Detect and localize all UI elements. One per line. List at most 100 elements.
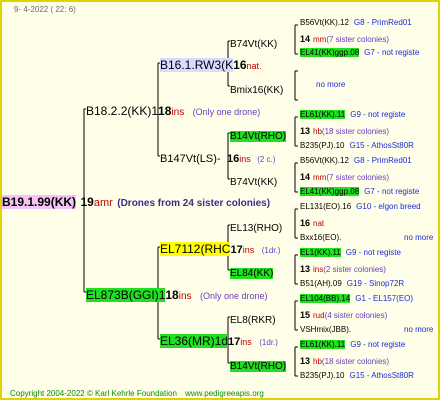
grade-info: G9 - not registe <box>345 248 401 257</box>
queen-number: 13 <box>300 264 311 274</box>
queen-number: 19 <box>80 195 94 209</box>
grade-info: G7 - not registe <box>364 187 420 196</box>
queen-name: VSHmix(JBB). <box>300 325 352 334</box>
connector-gen3-8 <box>294 346 298 377</box>
queen-name: EL104(BB).14 <box>300 294 351 303</box>
insemination-code: mm <box>313 173 327 182</box>
connector-gen3-3 <box>294 116 298 147</box>
queen-name: EL1(KK).11 <box>300 248 341 257</box>
queen-gen3-8[interactable]: B14Vt(RHO) <box>230 356 287 374</box>
connector-gen3-2 <box>294 70 298 101</box>
queen-gen4-2[interactable]: 14 mm(7 sister colonies) <box>300 34 389 44</box>
insemination-code: amr <box>93 197 113 209</box>
queen-gen4-13[interactable]: Bxx16(EO). no more <box>300 233 433 242</box>
queen-gen4-1[interactable]: B56Vt(KK).12 G8 - PrimRed01 <box>300 18 412 27</box>
queen-gen4-5[interactable]: EL61(KK).11 G9 - not registe <box>300 110 405 119</box>
insemination-code: ins <box>313 265 324 274</box>
queen-gen4-14[interactable]: EL1(KK).11 G9 - not registe <box>300 248 401 257</box>
queen-gen4-17[interactable]: EL104(BB).14 G1 - EL157(EO) <box>300 294 413 303</box>
queen-gen4-15[interactable]: 13 ins(2 sister colonies) <box>300 264 386 274</box>
queen-gen4-6[interactable]: 13 hb(18 sister colonies) <box>300 126 389 136</box>
queen-name: B74Vt(KK) <box>230 39 278 50</box>
website-link[interactable]: www.pedigreeapis.org <box>185 389 264 398</box>
queen-name: B147Vt(LS)- <box>160 153 221 165</box>
queen-gen3-7[interactable]: EL8(RKR) <box>230 310 276 328</box>
queen-name: B14Vt(RHO) <box>230 361 287 372</box>
insemination-code: nat <box>313 219 325 228</box>
queen-gen3-6[interactable]: EL84(KK) <box>230 263 274 281</box>
grade-info: no more <box>404 325 434 334</box>
queen-gen3-3[interactable]: B14Vt(RHO) <box>230 126 287 144</box>
queen-gen2-2[interactable]: B147Vt(LS)- 16ins (2 c.) <box>160 149 275 167</box>
queen-gen4-10[interactable]: EL41(KK)ggp.08 G7 - not registe <box>300 187 419 196</box>
queen-number: 16 <box>300 218 311 228</box>
queen-gen3-2[interactable]: Bmix16(KK) <box>230 80 283 98</box>
grade-info: G15 - AthosSt80R <box>349 141 414 150</box>
queen-name: Bxx16(EO). <box>300 233 342 242</box>
queen-gen4-20[interactable]: EL61(KK).11 G9 - not registe <box>300 340 405 349</box>
queen-name: EL84(KK) <box>230 268 274 279</box>
connector-gen3-7 <box>294 300 298 331</box>
queen-gen4-4[interactable]: no more <box>316 80 345 89</box>
grade-info: G7 - not registe <box>364 48 420 57</box>
insemination-code: ins <box>178 291 192 302</box>
queen-gen4-16[interactable]: B51(AH).09 G19 - Sinop72R <box>300 279 404 288</box>
insemination-code: ins <box>242 245 255 255</box>
queen-gen4-9[interactable]: 14 mm(7 sister colonies) <box>300 172 389 182</box>
drone-note: (7 sister colonies) <box>326 35 390 44</box>
queen-name: B235(PJ).10 <box>300 141 345 150</box>
queen-gen1-bottom[interactable]: EL873B(GGI)118ins (Only one drone) <box>86 286 268 304</box>
queen-name: B16.1.RW3(K <box>160 58 234 72</box>
grade-info: G9 - not registe <box>350 110 406 119</box>
queen-gen4-3[interactable]: EL41(KK)ggp.08 G7 - not registe <box>300 48 419 57</box>
queen-name: B235(PJ).10 <box>300 371 345 380</box>
grade-info: G19 - Sinop72R <box>346 279 405 288</box>
insemination-code: mm <box>313 35 327 44</box>
queen-gen1-top[interactable]: B18.2.2(KK)118ins (Only one drone) <box>86 102 260 120</box>
queen-gen4-12[interactable]: 16 nat <box>300 218 324 228</box>
drone-note: (2 sister colonies) <box>323 265 386 274</box>
grade-info: G8 - PrimRed01 <box>353 18 412 27</box>
queen-root[interactable]: B19.1.99(KK) 19amr (Drones from 24 siste… <box>2 193 270 211</box>
queen-gen3-1[interactable]: B74Vt(KK) <box>230 34 277 52</box>
drone-note: (4 sister colonies) <box>324 311 388 320</box>
queen-name: B56Vt(KK).12 <box>300 156 349 165</box>
queen-name: EL41(KK)ggp.08 <box>300 187 360 196</box>
queen-number: 14 <box>300 172 311 182</box>
connector-gen3-1 <box>294 24 298 55</box>
queen-gen2-3[interactable]: EL7112(RHC17ins (1dr.) <box>160 240 280 258</box>
queen-gen3-5[interactable]: EL13(RHO) <box>230 218 282 236</box>
drone-note: (Drones from 24 sister colonies) <box>117 198 271 209</box>
grade-info: no more <box>404 233 434 242</box>
drone-note: (1dr.) <box>259 338 278 347</box>
queen-gen4-11[interactable]: EL131(EO).16 G10 - elgon breed <box>300 202 421 211</box>
queen-name: EL131(EO).16 <box>300 202 352 211</box>
queen-gen3-4[interactable]: B74Vt(KK) <box>230 172 277 190</box>
copyright-text: Copyright 2004-2022 © Karl Kehrle Founda… <box>10 389 177 398</box>
pedigree-frame: 9- 4-2022 ( 22: 6) B19.1.99(KK) 19amr (D… <box>0 0 440 400</box>
queen-number: 18 <box>165 288 179 302</box>
queen-number: 13 <box>300 356 311 366</box>
queen-name: EL61(KK).11 <box>300 340 346 349</box>
queen-gen4-8[interactable]: B56Vt(KK).12 G8 - PrimRed01 <box>300 156 412 165</box>
queen-name: EL7112(RHC <box>160 242 231 256</box>
queen-number: 13 <box>300 126 311 136</box>
queen-gen2-1[interactable]: B16.1.RW3(K16nat. <box>160 56 262 74</box>
queen-name: B18.2.2(KK)1 <box>86 104 159 118</box>
queen-name: EL873B(GGI)1 <box>86 288 166 302</box>
queen-gen4-21[interactable]: 13 hb(18 sister colonies) <box>300 356 389 366</box>
connector-gen3-4 <box>294 162 298 193</box>
grade-info: G8 - PrimRed01 <box>353 156 412 165</box>
queen-name: EL61(KK).11 <box>300 110 346 119</box>
queen-name: B14Vt(RHO) <box>230 131 287 142</box>
queen-gen4-22[interactable]: B235(PJ).10 G15 - AthosSt80R <box>300 371 414 380</box>
drone-note: (7 sister colonies) <box>326 173 390 182</box>
queen-number: 17 <box>230 244 243 256</box>
drone-note: (2 c.) <box>257 155 276 164</box>
queen-gen4-19[interactable]: VSHmix(JBB). no more <box>300 325 433 334</box>
queen-gen4-7[interactable]: B235(PJ).10 G15 - AthosSt80R <box>300 141 414 150</box>
queen-gen2-4[interactable]: EL36(MR)1d17ins (1dr.) <box>160 332 278 350</box>
grade-info: G15 - AthosSt80R <box>349 371 414 380</box>
queen-gen4-18[interactable]: 15 rud(4 sister colonies) <box>300 310 387 320</box>
drone-note: (Only one drone) <box>199 291 268 301</box>
